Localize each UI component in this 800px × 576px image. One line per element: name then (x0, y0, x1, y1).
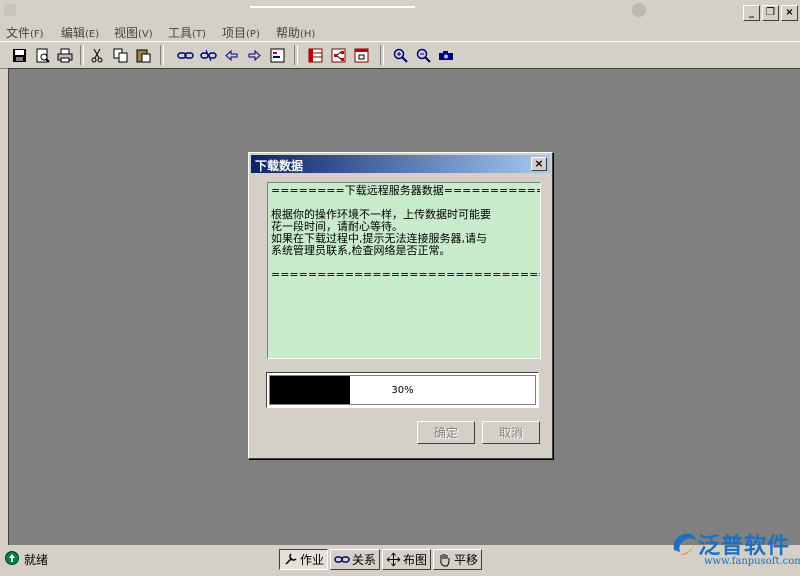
status-text: 就绪 (24, 553, 49, 567)
network-diagram-icon[interactable] (329, 46, 347, 64)
copy-icon[interactable] (111, 46, 129, 64)
dialog-close-button[interactable]: × (531, 157, 547, 171)
save-icon[interactable] (10, 46, 28, 64)
cancel-button[interactable]: 取消 (482, 421, 540, 444)
fanpu-logo: 泛普软件 www.fanpusoft.com (668, 528, 800, 574)
mode-relation-label: 关系 (352, 553, 377, 567)
mode-pan-label: 平移 (454, 553, 479, 567)
progress-text: 30% (391, 385, 414, 396)
message-line: ========下载远程服务器数据================ (271, 184, 540, 197)
mode-work-label: 作业 (300, 553, 325, 567)
menu-edit-accel: (E) (85, 29, 100, 40)
toolbar-separator (294, 45, 298, 65)
download-dialog: 下载数据 × ========下载远程服务器数据================… (248, 152, 553, 459)
table-red-icon[interactable] (306, 46, 324, 64)
progress-bar: 30% (266, 372, 539, 408)
paste-icon[interactable] (134, 46, 152, 64)
hand-icon (440, 554, 450, 567)
toolbar-separator (80, 45, 84, 65)
menu-tools-label: 工具 (168, 26, 193, 40)
menu-edit-label: 编辑 (61, 26, 86, 40)
menu-view[interactable]: 视图(V) (114, 24, 153, 41)
menu-bar: 文件(F) 编辑(E) 视图(V) 工具(T) 项目(P) 帮助(H) (0, 22, 800, 41)
mode-work-button[interactable]: 作业 (279, 549, 329, 570)
menu-view-label: 视图 (114, 26, 139, 40)
link-icon[interactable] (176, 46, 194, 64)
cut-icon[interactable] (88, 46, 106, 64)
app-icon (4, 4, 16, 16)
restore-button[interactable]: ❐ (762, 5, 779, 21)
menu-file-label: 文件 (6, 26, 31, 40)
calendar-icon[interactable] (352, 46, 370, 64)
unlink-icon[interactable] (199, 46, 217, 64)
toolbar-separator (160, 45, 164, 65)
mode-bar: 作业 关系 布图 平移 (279, 549, 483, 570)
menu-view-accel: (V) (138, 29, 153, 40)
menu-help[interactable]: 帮助(H) (276, 24, 315, 41)
window-controls: _ ❐ × (743, 5, 798, 21)
menu-edit[interactable]: 编辑(E) (61, 24, 99, 41)
logo-mark-icon (673, 533, 696, 555)
close-window-button[interactable]: × (781, 5, 798, 21)
message-box: ========下载远程服务器数据================ 根据你的操作… (267, 182, 541, 359)
title-highlight (250, 6, 415, 8)
progress-track: 30% (269, 375, 536, 405)
menu-help-accel: (H) (300, 29, 316, 40)
toolbar (0, 41, 800, 69)
link-icon (334, 556, 350, 563)
zoom-out-icon[interactable] (414, 46, 432, 64)
camera-icon[interactable] (437, 46, 455, 64)
dialog-title: 下载数据 (255, 159, 304, 173)
menu-help-label: 帮助 (276, 26, 301, 40)
app-titlebar: _ ❐ × (0, 0, 800, 22)
logo-url: www.fanpusoft.com (704, 556, 800, 567)
print-preview-icon[interactable] (33, 46, 51, 64)
ok-button[interactable]: 确定 (417, 421, 475, 444)
message-line: ========================================… (271, 268, 540, 281)
menu-tools[interactable]: 工具(T) (168, 24, 206, 41)
menu-project-accel: (P) (246, 29, 260, 40)
message-line: 系统管理员联系,检查网络是否正常。 (271, 244, 451, 257)
status-icon (5, 551, 19, 565)
menu-file-accel: (F) (30, 29, 44, 40)
arrow-left-icon[interactable] (222, 46, 240, 64)
dot-icon (632, 3, 646, 17)
mode-relation-button[interactable]: 关系 (330, 549, 381, 570)
toolbar-separator (380, 45, 384, 65)
menu-project-label: 项目 (222, 26, 247, 40)
menu-tools-accel: (T) (192, 29, 206, 40)
mode-layout-label: 布图 (403, 553, 428, 567)
wrench-icon (285, 553, 297, 565)
chart-settings-icon[interactable] (268, 46, 286, 64)
zoom-in-icon[interactable] (391, 46, 409, 64)
menu-file[interactable]: 文件(F) (6, 24, 44, 41)
move-arrows-icon (386, 552, 401, 567)
mode-pan-button[interactable]: 平移 (433, 549, 483, 570)
menu-project[interactable]: 项目(P) (222, 24, 260, 41)
mode-layout-button[interactable]: 布图 (382, 549, 432, 570)
print-icon[interactable] (56, 46, 74, 64)
arrow-right-icon[interactable] (245, 46, 263, 64)
dialog-titlebar[interactable]: 下载数据 × (251, 155, 550, 173)
minimize-button[interactable]: _ (743, 5, 760, 21)
